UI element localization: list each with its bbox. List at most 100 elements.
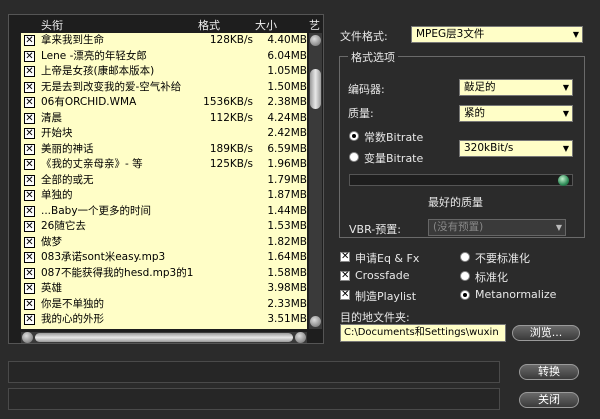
bitrate-select[interactable]: 320kBit/s ▼ xyxy=(459,140,573,157)
best-quality-label: 最好的质量 xyxy=(428,196,483,209)
no-normalize-radio[interactable] xyxy=(460,252,470,262)
table-row[interactable]: ✕ ...Baby一个更多的时间 1.44MB xyxy=(21,204,307,220)
row-title: 英雄 xyxy=(41,282,62,294)
scroll-up-button[interactable] xyxy=(310,35,321,46)
row-size: 2.42MB xyxy=(267,127,307,139)
table-row[interactable]: ✕ 清晨 112KB/s 4.24MB xyxy=(21,111,307,127)
row-checkbox[interactable]: ✕ xyxy=(24,221,35,232)
chevron-down-icon: ▼ xyxy=(562,83,569,92)
table-row[interactable]: ✕ 《我的丈亲母亲》- 等 125KB/s 1.96MB xyxy=(21,157,307,173)
row-size: 1.50MB xyxy=(267,80,307,93)
scroll-down-button[interactable] xyxy=(310,316,321,327)
row-size: 1.79MB xyxy=(267,173,307,186)
row-checkbox[interactable]: ✕ xyxy=(24,174,35,186)
horizontal-scrollbar[interactable] xyxy=(21,332,307,343)
table-row[interactable]: ✕ 26随它去 1.53MB xyxy=(21,219,307,235)
metanormalize-radio[interactable] xyxy=(460,290,470,300)
row-checkbox[interactable]: ✕ xyxy=(24,112,35,124)
convert-button[interactable]: 转换 xyxy=(519,364,579,380)
table-row[interactable]: ✕ 我的心的外形 3.51MB xyxy=(21,312,307,328)
quality-slider[interactable] xyxy=(349,174,573,186)
metanormalize-label: Metanormalize xyxy=(475,288,557,301)
row-checkbox[interactable]: ✕ xyxy=(24,267,35,279)
vbr-preset-select[interactable]: (没有预置) ▼ xyxy=(428,219,566,236)
crossfade-checkbox[interactable]: ✕ xyxy=(340,271,350,281)
vertical-scroll-thumb[interactable] xyxy=(310,69,321,109)
column-title[interactable]: 头衔 xyxy=(41,17,63,33)
table-row[interactable]: ✕ 087不能获得我的hesd.mp3的1 1.58MB xyxy=(21,266,307,282)
quality-slider-knob[interactable] xyxy=(558,175,569,186)
playlist-checkbox[interactable]: ✕ xyxy=(340,290,350,300)
scroll-left-button[interactable] xyxy=(22,332,33,343)
table-row[interactable]: ✕ 拿来我到生命 128KB/s 4.40MB xyxy=(21,33,307,49)
row-size: 4.40MB xyxy=(267,34,307,46)
scroll-right-button[interactable] xyxy=(295,332,306,343)
eq-fx-checkbox[interactable]: ✕ xyxy=(340,252,350,262)
row-size: 1.96MB xyxy=(267,158,307,170)
variable-bitrate-radio[interactable] xyxy=(349,152,359,162)
table-row[interactable]: ✕ 06有ORCHID.WMA 1536KB/s 2.38MB xyxy=(21,95,307,111)
row-checkbox[interactable]: ✕ xyxy=(24,97,35,108)
row-size: 1.64MB xyxy=(267,251,307,263)
column-artist[interactable]: 艺 xyxy=(309,17,320,33)
normalize-label: 标准化 xyxy=(475,271,508,284)
row-title: 无是去到改变我的爱-空气补给 xyxy=(41,80,182,93)
normalize-radio[interactable] xyxy=(460,271,470,281)
row-title: Lene -漂亮的年轻女郎 xyxy=(41,49,147,62)
row-title: 06有ORCHID.WMA xyxy=(41,96,137,108)
row-checkbox[interactable]: ✕ xyxy=(24,128,35,139)
row-size: 3.51MB xyxy=(267,313,307,325)
table-row[interactable]: ✕ Lene -漂亮的年轻女郎 6.04MB xyxy=(21,49,307,65)
row-title: 单独的 xyxy=(41,189,73,201)
file-format-select[interactable]: MPEG层3文件 ▼ xyxy=(411,26,583,43)
row-title: 《我的丈亲母亲》- 等 xyxy=(41,158,143,170)
destination-input[interactable]: C:\Documents和Settings\wuxin xyxy=(340,324,506,342)
row-checkbox[interactable]: ✕ xyxy=(24,81,35,93)
quality-select[interactable]: 紧的 ▼ xyxy=(459,105,573,122)
file-format-label: 文件格式: xyxy=(340,30,388,43)
table-row[interactable]: ✕ 单独的 1.87MB xyxy=(21,188,307,204)
row-title: 开始块 xyxy=(41,127,73,139)
close-button[interactable]: 关闭 xyxy=(519,392,579,408)
table-row[interactable]: ✕ 美丽的神话 189KB/s 6.59MB xyxy=(21,142,307,158)
row-checkbox[interactable]: ✕ xyxy=(24,66,35,77)
row-checkbox[interactable]: ✕ xyxy=(24,283,35,294)
row-format: 189KB/s xyxy=(209,142,253,155)
row-checkbox[interactable]: ✕ xyxy=(24,143,35,155)
row-checkbox[interactable]: ✕ xyxy=(24,252,35,263)
file-rows: ✕ 拿来我到生命 128KB/s 4.40MB ✕ Lene -漂亮的年轻女郎 6.04MB… xyxy=(21,33,307,329)
row-checkbox[interactable]: ✕ xyxy=(24,190,35,201)
browse-button[interactable]: 浏览... xyxy=(512,325,580,341)
chevron-down-icon: ▼ xyxy=(555,223,562,232)
row-checkbox[interactable]: ✕ xyxy=(24,236,35,248)
file-list: 头衔 格式 大小 艺 ✕ 拿来我到生命 128KB/s 4.40MB ✕ Lene -漂亮… xyxy=(8,14,324,344)
row-checkbox[interactable]: ✕ xyxy=(24,35,35,46)
row-checkbox[interactable]: ✕ xyxy=(24,159,35,170)
bitrate-value: 320kBit/s xyxy=(464,142,514,154)
constant-bitrate-radio[interactable] xyxy=(349,131,359,141)
row-title: 清晨 xyxy=(41,111,62,124)
row-checkbox[interactable]: ✕ xyxy=(24,50,35,62)
row-format: 128KB/s xyxy=(209,34,253,46)
table-row[interactable]: ✕ 上帝是女孩(康邮本版本) 1.05MB xyxy=(21,64,307,80)
table-row[interactable]: ✕ 开始块 2.42MB xyxy=(21,126,307,142)
vertical-scrollbar[interactable] xyxy=(309,33,322,329)
table-row[interactable]: ✕ 做梦 1.82MB xyxy=(21,235,307,251)
table-row[interactable]: ✕ 无是去到改变我的爱-空气补给 1.50MB xyxy=(21,80,307,96)
row-checkbox[interactable]: ✕ xyxy=(24,298,35,310)
table-row[interactable]: ✕ 全部的或无 1.79MB xyxy=(21,173,307,189)
row-checkbox[interactable]: ✕ xyxy=(24,314,35,325)
horizontal-scroll-thumb[interactable] xyxy=(35,333,293,342)
row-title: ...Baby一个更多的时间 xyxy=(41,204,152,217)
column-format[interactable]: 格式 xyxy=(198,17,220,33)
table-row[interactable]: ✕ 083承诺sont米easy.mp3 1.64MB xyxy=(21,250,307,266)
encoder-select[interactable]: 敲足的 ▼ xyxy=(459,79,573,96)
quality-label: 质量: xyxy=(348,107,374,120)
encoder-value: 敲足的 xyxy=(464,81,496,93)
row-checkbox[interactable]: ✕ xyxy=(24,205,35,217)
table-row[interactable]: ✕ 你是不单独的 2.33MB xyxy=(21,297,307,313)
table-row[interactable]: ✕ 英雄 3.98MB xyxy=(21,281,307,297)
column-size[interactable]: 大小 xyxy=(255,17,277,33)
destination-label: 目的地文件夹: xyxy=(340,311,410,324)
vbr-preset-value: (没有预置) xyxy=(433,221,484,233)
